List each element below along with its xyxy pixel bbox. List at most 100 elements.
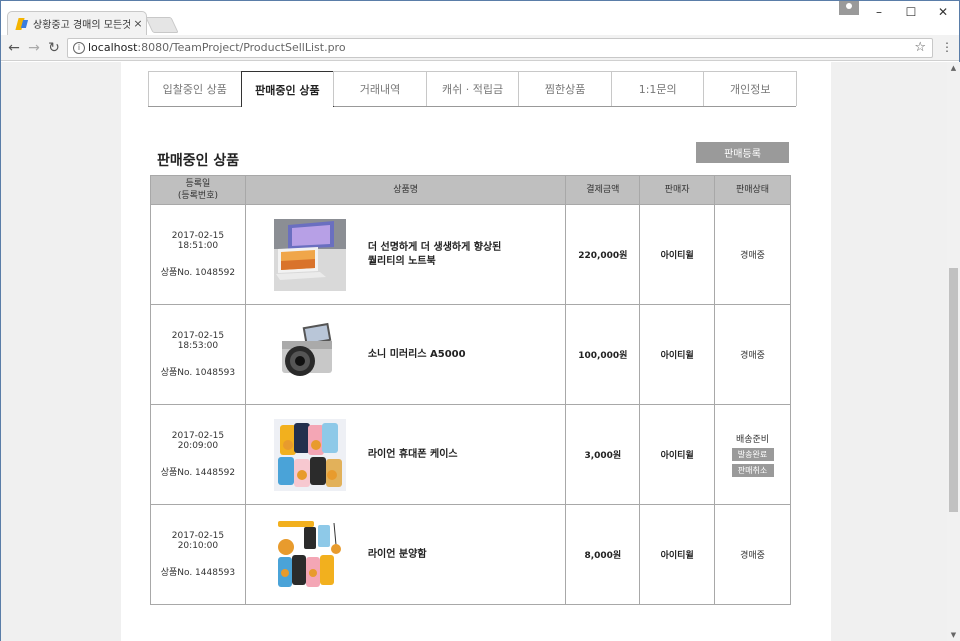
- status-text: 배송준비: [735, 435, 770, 445]
- seller-cell: 아이티윌: [639, 304, 716, 405]
- price-cell: 8,000원: [565, 504, 641, 605]
- window-controls: – ☐ ✕: [863, 1, 959, 23]
- reg-number: 상품No. 1048593: [160, 368, 236, 378]
- header-date-sub: (등록번호): [177, 191, 218, 201]
- page-title: 판매중인 상품: [157, 153, 240, 169]
- cancel-sale-button[interactable]: 판매취소: [731, 464, 774, 477]
- back-arrow-icon[interactable]: ←: [5, 39, 23, 57]
- price-cell: 3,000원: [565, 404, 641, 505]
- status-text: 경매중: [740, 351, 765, 361]
- price: 3,000원: [584, 451, 622, 461]
- header-seller: 판매자: [639, 175, 716, 205]
- laptop-thumbnail[interactable]: [273, 218, 346, 291]
- forward-arrow-icon[interactable]: →: [25, 39, 43, 57]
- tab-close-icon[interactable]: ×: [130, 17, 146, 30]
- register-sale-button[interactable]: 판매등록: [696, 142, 789, 163]
- seller: 아이티윌: [660, 551, 694, 561]
- status-cell: 배송준비 발송완료 판매취소: [714, 404, 791, 505]
- browser-menu-icon[interactable]: ⋮: [939, 40, 955, 56]
- reload-icon[interactable]: ↻: [45, 39, 63, 57]
- camera-thumbnail[interactable]: [273, 318, 346, 391]
- reg-date: 2017-02-15 18:51:00: [171, 231, 225, 251]
- product-name-line1[interactable]: 라이언 휴대폰 케이스: [368, 449, 458, 460]
- product-cell: 라이언 분양함: [244, 504, 567, 605]
- info-icon[interactable]: i: [73, 42, 85, 54]
- reg-number: 상품No. 1448593: [160, 568, 236, 578]
- browser-tab[interactable]: 상황중고 경매의 모든것 ×: [7, 11, 147, 35]
- reg-date: 2017-02-15 20:09:00: [171, 431, 225, 451]
- product-name-line1[interactable]: 더 선명하게 더 생생하게 향상된: [368, 242, 502, 253]
- status-text: 경매중: [740, 251, 765, 261]
- price-cell: 220,000원: [565, 204, 641, 305]
- ryan-adoption-thumbnail[interactable]: [273, 518, 346, 591]
- status-cell: 경매중: [714, 204, 791, 305]
- product-name-line1[interactable]: 소니 미러리스 A5000: [368, 349, 466, 360]
- header-date: 등록일 (등록번호): [150, 175, 246, 205]
- status-cell: 경매중: [714, 504, 791, 605]
- tab-inquiry[interactable]: 1:1문의: [610, 71, 705, 106]
- header-name: 상품명: [244, 175, 567, 205]
- maximize-button[interactable]: ☐: [895, 1, 927, 23]
- seller: 아이티윌: [660, 351, 694, 361]
- reg-date: 2017-02-15 20:10:00: [171, 531, 225, 551]
- seller: 아이티윌: [660, 451, 694, 461]
- address-bar[interactable]: i localhost:8080/TeamProject/ProductSell…: [67, 38, 933, 58]
- product-name-line2[interactable]: 퀄리티의 노트북: [368, 256, 436, 267]
- product-cell: 라이언 휴대폰 케이스: [244, 404, 567, 505]
- seller-cell: 아이티윌: [639, 204, 716, 305]
- status-text: 경매중: [740, 551, 765, 561]
- date-cell: 2017-02-15 20:10:00 상품No. 1448593: [150, 504, 246, 605]
- seller: 아이티윌: [660, 251, 694, 261]
- header-date-label: 등록일: [185, 179, 211, 189]
- scroll-down-icon[interactable]: ▼: [949, 631, 958, 639]
- bookmark-star-icon[interactable]: ☆: [914, 39, 926, 57]
- product-cell: 더 선명하게 더 생생하게 향상된 퀄리티의 노트북: [244, 204, 567, 305]
- product-cell: 소니 미러리스 A5000: [244, 304, 567, 405]
- date-cell: 2017-02-15 18:51:00 상품No. 1048592: [150, 204, 246, 305]
- tab-profile[interactable]: 개인정보: [703, 71, 798, 106]
- price: 8,000원: [584, 551, 622, 561]
- tab-selling[interactable]: 판매중인 상품: [240, 71, 335, 107]
- selling-products-table: 등록일 (등록번호) 상품명 결제금액 판매자 판매상태 2017-02-15 …: [150, 175, 791, 605]
- tab-wishlist[interactable]: 찜한상품: [518, 71, 612, 106]
- tab-bidding[interactable]: 입찰중인 상품: [148, 71, 242, 106]
- phone-case-thumbnail[interactable]: [273, 418, 346, 491]
- price: 100,000원: [578, 351, 628, 361]
- shipped-button[interactable]: 발송완료: [731, 448, 774, 461]
- product-name-line1[interactable]: 라이언 분양함: [368, 549, 427, 560]
- profile-icon[interactable]: [839, 1, 859, 15]
- seller-cell: 아이티윌: [639, 404, 716, 505]
- table-header-row: 등록일 (등록번호) 상품명 결제금액 판매자 판매상태: [150, 175, 791, 205]
- seller-cell: 아이티윌: [639, 504, 716, 605]
- table-row: 2017-02-15 20:10:00 상품No. 1448593 라이언 분양…: [150, 504, 791, 605]
- scroll-up-icon[interactable]: ▲: [949, 64, 958, 72]
- table-row: 2017-02-15 20:09:00 상품No. 1448592 라이언 휴대…: [150, 404, 791, 505]
- favicon-icon: [16, 18, 28, 30]
- header-price: 결제금액: [565, 175, 641, 205]
- date-cell: 2017-02-15 20:09:00 상품No. 1448592: [150, 404, 246, 505]
- new-tab-button[interactable]: [145, 17, 179, 33]
- price: 220,000원: [578, 251, 628, 261]
- tab-cash[interactable]: 캐쉬 · 적립금: [425, 71, 520, 106]
- mypage-tabs: 입찰중인 상품 판매중인 상품 거래내역 캐쉬 · 적립금 찜한상품 1:1문의…: [148, 71, 798, 107]
- url-host: localhost: [88, 41, 138, 54]
- url-path: :8080/TeamProject/ProductSellList.pro: [137, 41, 346, 54]
- reg-date: 2017-02-15 18:53:00: [171, 331, 225, 351]
- header-status: 판매상태: [714, 175, 791, 205]
- scroll-thumb[interactable]: [949, 268, 958, 512]
- tab-history[interactable]: 거래내역: [333, 71, 427, 106]
- browser-window: 상황중고 경매의 모든것 × – ☐ ✕ ← → ↻ i localhost:8…: [0, 0, 960, 641]
- price-cell: 100,000원: [565, 304, 641, 405]
- minimize-button[interactable]: –: [863, 1, 895, 23]
- date-cell: 2017-02-15 18:53:00 상품No. 1048593: [150, 304, 246, 405]
- vertical-scrollbar[interactable]: ▲ ▼: [947, 62, 960, 641]
- page-viewport: 입찰중인 상품 판매중인 상품 거래내역 캐쉬 · 적립금 찜한상품 1:1문의…: [1, 62, 947, 641]
- reg-number: 상품No. 1048592: [160, 268, 236, 278]
- close-window-button[interactable]: ✕: [927, 1, 959, 23]
- reg-number: 상품No. 1448592: [160, 468, 236, 478]
- status-cell: 경매중: [714, 304, 791, 405]
- table-row: 2017-02-15 18:51:00 상품No. 1048592 더 선명하게…: [150, 204, 791, 305]
- tab-title: 상황중고 경매의 모든것: [33, 20, 130, 31]
- browser-toolbar: ← → ↻ i localhost:8080/TeamProject/Produ…: [1, 35, 959, 61]
- table-row: 2017-02-15 18:53:00 상품No. 1048593 소니 미러리…: [150, 304, 791, 405]
